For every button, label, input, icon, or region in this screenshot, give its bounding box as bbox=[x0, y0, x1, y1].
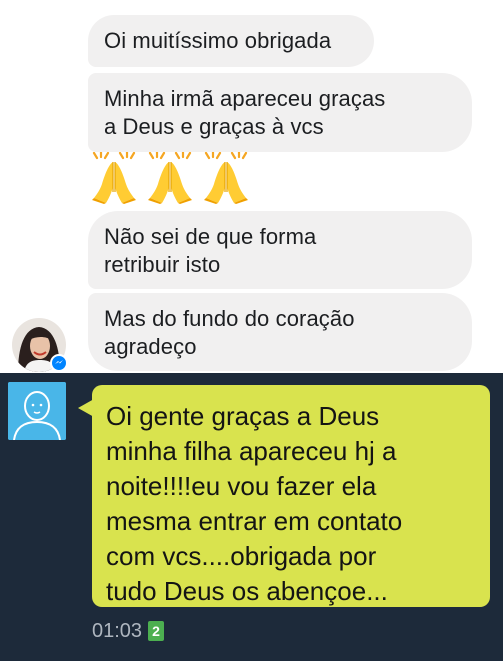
incoming-message[interactable]: Oi gente graças a Deus minha filha apare… bbox=[92, 385, 490, 607]
sender-avatar[interactable] bbox=[12, 318, 68, 374]
message-meta: 01:03 2 bbox=[92, 619, 165, 643]
message-bubble[interactable]: Oi muitíssimo obrigada bbox=[88, 15, 374, 67]
chat-screenshot: Oi muitíssimo obrigada Minha irmã aparec… bbox=[0, 0, 503, 661]
messenger-conversation: Oi muitíssimo obrigada Minha irmã aparec… bbox=[0, 0, 503, 373]
messenger-icon bbox=[50, 354, 68, 372]
message-bubble[interactable]: Minha irmã apareceu graças a Deus e graç… bbox=[88, 73, 472, 152]
emoji-message[interactable] bbox=[88, 152, 252, 204]
message-time: 01:03 bbox=[92, 620, 143, 642]
folded-hands-icon bbox=[92, 152, 136, 204]
message-bubble[interactable]: Não sei de que forma retribuir isto bbox=[88, 211, 472, 289]
message-bubble[interactable]: Mas do fundo do coração agradeço bbox=[88, 293, 472, 371]
folded-hands-icon bbox=[204, 152, 248, 204]
unread-badge: 2 bbox=[148, 621, 165, 641]
folded-hands-icon bbox=[148, 152, 192, 204]
chat-conversation: Oi gente graças a Deus minha filha apare… bbox=[0, 373, 503, 661]
default-user-icon[interactable] bbox=[8, 382, 66, 440]
